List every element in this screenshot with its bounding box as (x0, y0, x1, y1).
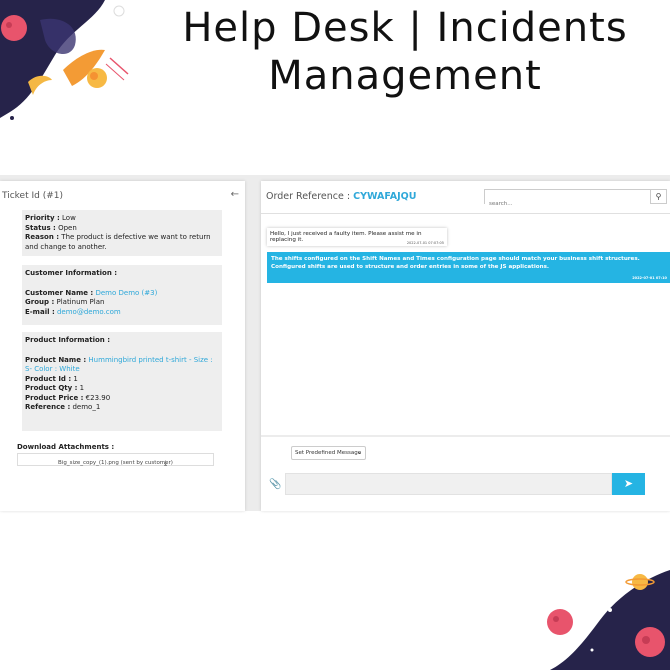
send-icon: ➤ (623, 477, 634, 490)
predefined-message-select[interactable]: Set Predefined Message ⌄ (291, 446, 366, 460)
hero-title: Help Desk | Incidents Management (150, 4, 660, 100)
send-button[interactable]: ➤ (612, 473, 645, 495)
composer-divider (261, 435, 670, 437)
space-illustration-bottom (547, 570, 670, 670)
group-value: Platinum Plan (56, 298, 105, 306)
order-reference: Order Reference : CYWAFAJQU (266, 191, 416, 202)
customer-section-title: Customer Information : (25, 269, 118, 277)
search-icon[interactable]: ⚲ (650, 190, 666, 203)
product-price-label: Product Price : (25, 393, 84, 402)
product-price-value: €23.90 (85, 393, 111, 402)
customer-message-time: 2022-07-01 07:07:05 (406, 241, 444, 245)
hero-title-line1: Help Desk | Incidents (182, 5, 628, 51)
message-input[interactable] (285, 473, 612, 495)
order-reference-label: Order Reference : (266, 191, 351, 202)
order-reference-code: CYWAFAJQU (353, 191, 417, 202)
search-box: ⚲ (484, 189, 667, 211)
attachments-title: Download Attachments : (17, 443, 115, 451)
customer-name-label: Customer Name : (25, 288, 94, 297)
ticket-id-heading: Ticket Id (#1) (2, 191, 64, 201)
header-divider (261, 213, 670, 214)
space-illustration-top (0, 0, 129, 120)
priority-value: Low (62, 214, 76, 222)
hero-title-line2: Management (268, 53, 542, 99)
agent-message-time: 2022-07-01 07:10 (632, 276, 667, 280)
predefined-message-label: Set Predefined Message (295, 450, 362, 456)
status-label: Status : (25, 223, 56, 232)
customer-name-link[interactable]: Demo Demo (#3) (95, 289, 157, 297)
product-section-title: Product Information : (25, 336, 111, 344)
email-label: E-mail : (25, 307, 55, 316)
email-link[interactable]: demo@demo.com (57, 308, 121, 316)
attachment-file-link[interactable]: Big_size_copy_(1).png (sent by customer) (17, 453, 214, 466)
product-id-value: 1 (73, 374, 78, 383)
customer-message: Hello, I just received a faulty item. Pl… (267, 228, 447, 246)
reason-label: Reason : (25, 233, 60, 241)
back-arrow-icon[interactable]: ← (231, 189, 239, 200)
product-name-label: Product Name : (25, 355, 87, 364)
priority-label: Priority : (25, 214, 60, 222)
customer-message-text: Hello, I just received a faulty item. Pl… (270, 231, 422, 243)
agent-message-text: The shifts configured on the Shift Names… (271, 256, 640, 270)
search-input[interactable] (485, 197, 650, 211)
product-qty-value: 1 (79, 384, 85, 392)
product-info-box: Product Information : Product Name : Hum… (22, 332, 222, 431)
agent-message: The shifts configured on the Shift Names… (267, 252, 670, 283)
ticket-details-panel: Ticket Id (#1) ← Priority : Low Status :… (0, 181, 245, 511)
reference-label: Reference : (25, 403, 71, 411)
product-qty-label: Product Qty : (25, 384, 78, 392)
download-icon[interactable]: ⤓ (164, 459, 167, 468)
product-id-label: Product Id : (25, 374, 72, 383)
ticket-summary-box: Priority : Low Status : Open Reason : Th… (22, 210, 222, 256)
customer-info-box: Customer Information : Customer Name : D… (22, 265, 222, 325)
group-label: Group : (25, 298, 55, 306)
helpdesk-app: Ticket Id (#1) ← Priority : Low Status :… (0, 175, 670, 511)
conversation-panel: Order Reference : CYWAFAJQU ⚲ Hello, I j… (261, 181, 670, 511)
paperclip-icon[interactable]: 📎 (269, 479, 281, 490)
status-value: Open (58, 223, 77, 232)
chevron-down-icon: ⌄ (356, 449, 362, 456)
reference-value: demo_1 (72, 403, 101, 411)
